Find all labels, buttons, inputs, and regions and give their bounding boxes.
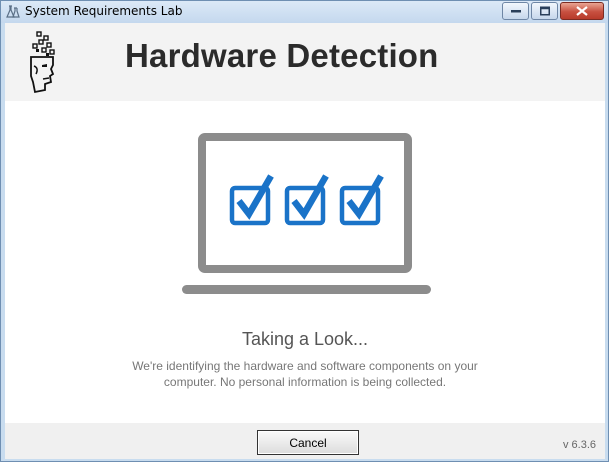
page-title: Hardware Detection — [125, 37, 439, 74]
main-content: Taking a Look... We're identifying the h… — [5, 101, 605, 423]
checkbox-icon — [339, 174, 384, 226]
laptop-checkmarks-icon — [181, 133, 432, 299]
robot-head-logo-icon — [27, 30, 57, 94]
window-title: System Requirements Lab — [25, 4, 183, 18]
close-button[interactable] — [560, 2, 604, 20]
maximize-button[interactable] — [531, 2, 558, 20]
version-label: v 6.3.6 — [562, 439, 596, 451]
flask-icon — [4, 4, 20, 20]
checkbox-icon — [229, 174, 274, 226]
maximize-icon — [539, 6, 550, 16]
footer-bar: Cancel v 6.3.6 — [5, 423, 605, 459]
status-description: We're identifying the hardware and softw… — [132, 359, 478, 389]
title-bar[interactable]: System Requirements Lab — [1, 1, 608, 23]
header-banner: Hardware Detection — [5, 23, 605, 101]
app-window: System Requirements Lab Hardware Detecti… — [0, 0, 609, 462]
checkbox-icon — [284, 174, 329, 226]
status-title: Taking a Look... — [241, 329, 369, 349]
close-icon — [576, 6, 588, 16]
cancel-button[interactable]: Cancel — [257, 430, 359, 455]
minimize-icon — [510, 10, 521, 13]
minimize-button[interactable] — [502, 2, 529, 20]
window-controls — [500, 2, 604, 20]
